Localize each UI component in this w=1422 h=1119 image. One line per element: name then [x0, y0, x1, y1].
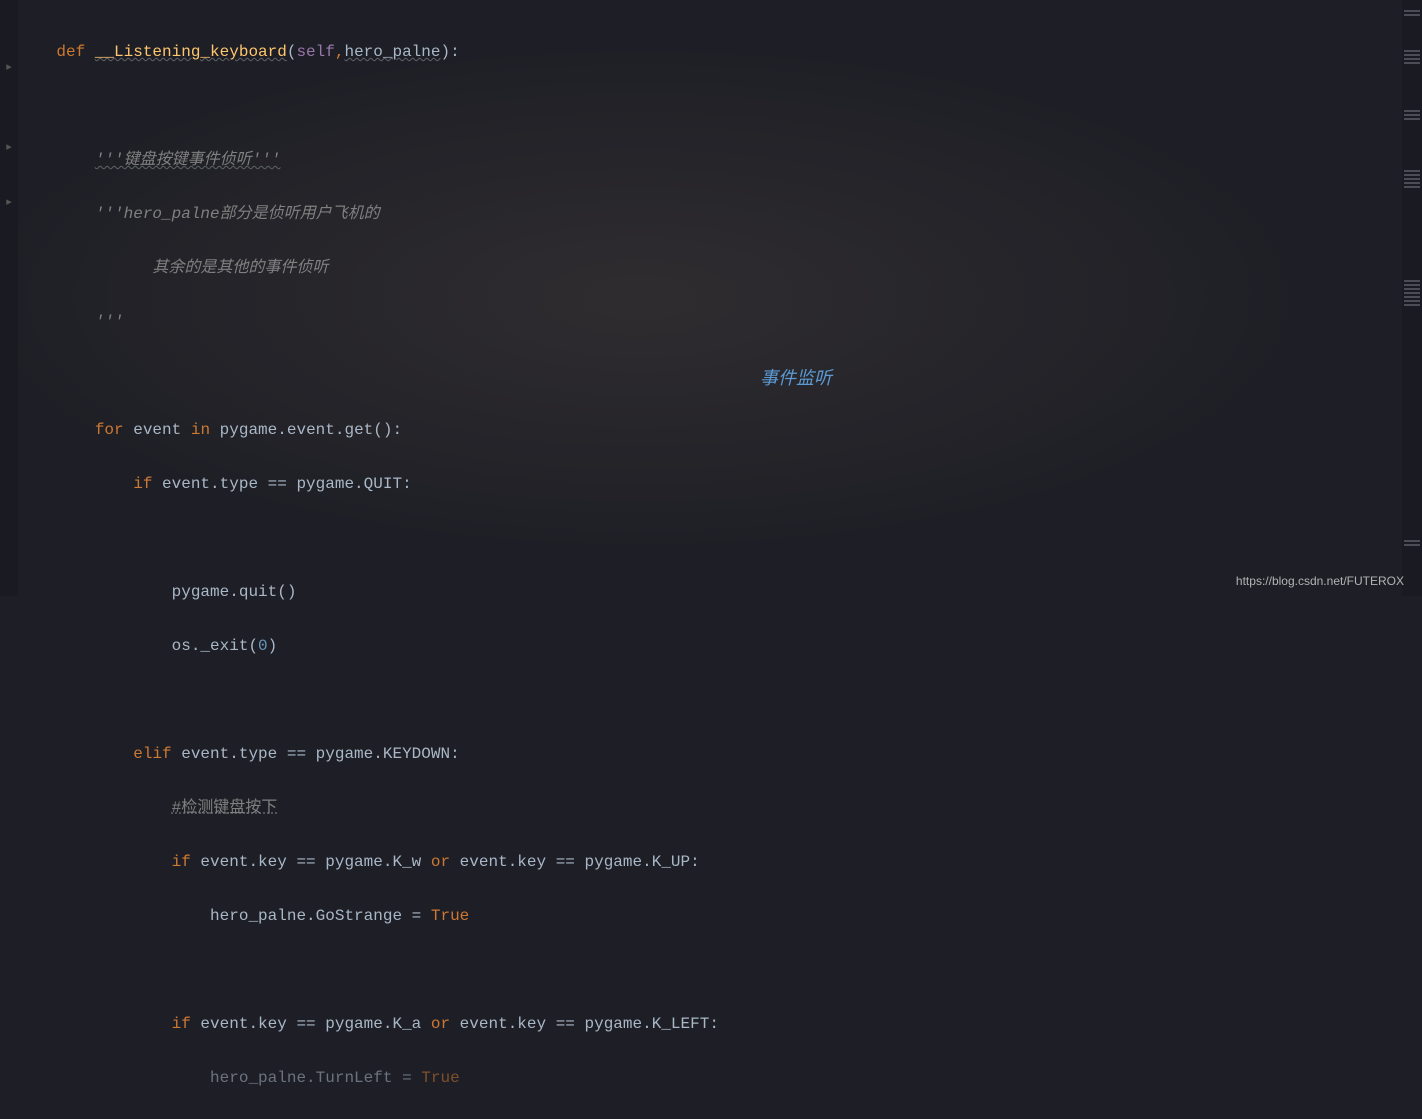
minimap-mark	[1404, 178, 1420, 180]
code-line	[18, 687, 1422, 714]
annotation-label: 事件监听	[760, 364, 832, 390]
code-line	[18, 525, 1422, 552]
docstring: 其余的是其他的事件侦听	[95, 259, 329, 277]
code-line	[18, 363, 1422, 390]
code-line: hero_palne.GoStrange = True	[18, 903, 1422, 930]
docstring: '''hero_palne部分是侦听用户飞机的	[95, 205, 380, 223]
docstring: '''	[95, 313, 124, 331]
gutter-fold-icon[interactable]: ▸	[2, 140, 16, 154]
minimap-mark	[1404, 288, 1420, 290]
keyword-true: True	[431, 907, 469, 925]
keyword-if: if	[172, 853, 191, 871]
minimap-mark	[1404, 296, 1420, 298]
minimap-mark	[1404, 280, 1420, 282]
minimap-mark	[1404, 170, 1420, 172]
keyword-elif: elif	[133, 745, 171, 763]
code-line: os._exit(0)	[18, 633, 1422, 660]
number-literal: 0	[258, 637, 268, 655]
minimap-mark	[1404, 540, 1420, 542]
code-line: if event.key == pygame.K_w or event.key …	[18, 849, 1422, 876]
code-line: elif event.type == pygame.KEYDOWN:	[18, 741, 1422, 768]
minimap-mark	[1404, 174, 1420, 176]
minimap-mark	[1404, 54, 1420, 56]
watermark-text: https://blog.csdn.net/FUTEROX	[1236, 574, 1404, 588]
minimap-mark	[1404, 10, 1420, 12]
comment: #检测键盘按下	[172, 799, 278, 817]
code-editor[interactable]: def __Listening_keyboard(self,hero_palne…	[18, 0, 1422, 596]
editor-gutter: ▸ ▸ ▸	[0, 0, 18, 596]
code-line: #检测键盘按下	[18, 795, 1422, 822]
code-line: for event in pygame.event.get():	[18, 417, 1422, 444]
minimap-mark	[1404, 114, 1420, 116]
code-line	[18, 957, 1422, 984]
code-line: '''键盘按键事件侦听'''	[18, 147, 1422, 174]
keyword-or: or	[431, 853, 450, 871]
minimap-mark	[1404, 182, 1420, 184]
minimap-mark	[1404, 50, 1420, 52]
code-line: hero_palne.TurnLeft = True	[18, 1065, 1422, 1092]
minimap-mark	[1404, 300, 1420, 302]
code-line: '''hero_palne部分是侦听用户飞机的	[18, 201, 1422, 228]
keyword-if: if	[133, 475, 152, 493]
minimap-mark	[1404, 62, 1420, 64]
function-name: __Listening_keyboard	[95, 43, 287, 61]
minimap-mark	[1404, 292, 1420, 294]
minimap-mark	[1404, 110, 1420, 112]
code-line: if event.key == pygame.K_a or event.key …	[18, 1011, 1422, 1038]
minimap[interactable]	[1402, 0, 1422, 596]
code-line	[18, 93, 1422, 120]
keyword-if: if	[172, 1015, 191, 1033]
docstring: '''键盘按键事件侦听'''	[95, 151, 281, 169]
minimap-mark	[1404, 304, 1420, 306]
keyword-in: in	[191, 421, 210, 439]
code-line: '''	[18, 309, 1422, 336]
minimap-mark	[1404, 118, 1420, 120]
code-line: pygame.quit()	[18, 579, 1422, 606]
code-line: if event.type == pygame.QUIT:	[18, 471, 1422, 498]
minimap-mark	[1404, 58, 1420, 60]
code-line: 其余的是其他的事件侦听	[18, 255, 1422, 282]
gutter-fold-icon[interactable]: ▸	[2, 60, 16, 74]
keyword-or: or	[431, 1015, 450, 1033]
keyword-self: self	[296, 43, 334, 61]
minimap-mark	[1404, 186, 1420, 188]
code-line: def __Listening_keyboard(self,hero_palne…	[18, 39, 1422, 66]
keyword-def: def	[56, 43, 94, 61]
keyword-true: True	[421, 1069, 459, 1087]
minimap-mark	[1404, 284, 1420, 286]
keyword-for: for	[95, 421, 124, 439]
gutter-fold-icon[interactable]: ▸	[2, 195, 16, 209]
minimap-mark	[1404, 14, 1420, 16]
minimap-mark	[1404, 544, 1420, 546]
parameter: hero_palne	[344, 43, 440, 61]
